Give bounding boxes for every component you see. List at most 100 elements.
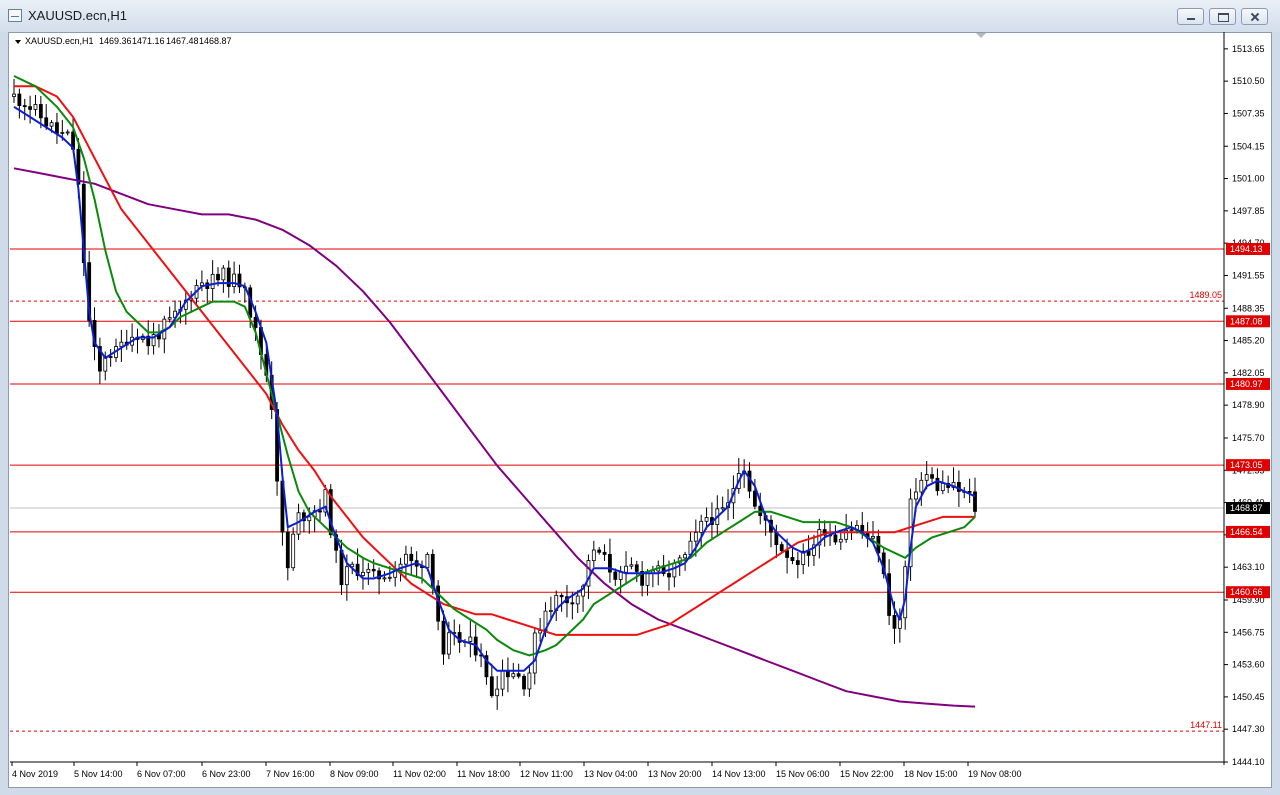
candle-body[interactable] xyxy=(548,610,553,612)
candle-body[interactable] xyxy=(425,553,430,568)
candle-body[interactable] xyxy=(752,490,757,507)
candle-body[interactable] xyxy=(38,104,43,119)
candle-body[interactable] xyxy=(516,673,521,677)
candle-body[interactable] xyxy=(65,131,70,134)
candle-body[interactable] xyxy=(500,670,505,690)
candle-body[interactable] xyxy=(940,482,945,492)
candle-body[interactable] xyxy=(795,560,800,565)
chart-menu-triangle-icon[interactable] xyxy=(15,40,21,44)
candle-body[interactable] xyxy=(833,534,838,543)
candle-body[interactable] xyxy=(49,122,54,127)
candle-body[interactable] xyxy=(216,273,220,281)
candle-body[interactable] xyxy=(699,520,704,533)
price-tick-label: 1456.75 xyxy=(1232,627,1265,637)
candle-body[interactable] xyxy=(221,267,226,281)
candle-body[interactable] xyxy=(618,571,623,580)
candle-body[interactable] xyxy=(489,676,494,697)
candle-body[interactable] xyxy=(892,615,897,629)
time-tick-label: 18 Nov 15:00 xyxy=(904,769,958,779)
time-tick-label: 7 Nov 16:00 xyxy=(266,769,315,779)
candle-body[interactable] xyxy=(591,549,596,561)
candle-body[interactable] xyxy=(871,536,875,539)
candle-body[interactable] xyxy=(291,533,296,569)
candle-body[interactable] xyxy=(12,93,16,97)
level-tag-label-1473.05: 1473.05 xyxy=(1230,460,1263,470)
candle-body[interactable] xyxy=(366,568,371,573)
time-tick-label: 11 Nov 18:00 xyxy=(457,769,510,779)
shift-marker-icon[interactable] xyxy=(976,33,986,38)
candle-body[interactable] xyxy=(613,571,618,580)
candle-body[interactable] xyxy=(629,564,634,567)
candle-body[interactable] xyxy=(597,549,602,553)
candle-body[interactable] xyxy=(382,577,387,580)
candle-body[interactable] xyxy=(624,565,628,573)
level-tag-label-1480.97: 1480.97 xyxy=(1230,379,1263,389)
candle-body[interactable] xyxy=(511,673,516,678)
candle-body[interactable] xyxy=(167,317,172,320)
candle-body[interactable] xyxy=(344,566,349,586)
candle-body[interactable] xyxy=(446,632,451,655)
candle-body[interactable] xyxy=(404,553,408,565)
candle-body[interactable] xyxy=(253,316,258,328)
candle-body[interactable] xyxy=(285,531,290,569)
candle-body[interactable] xyxy=(522,675,526,690)
candle-body[interactable] xyxy=(806,550,811,556)
candle-body[interactable] xyxy=(849,529,854,532)
candle-body[interactable] xyxy=(387,576,392,579)
candle-body[interactable] xyxy=(973,491,977,512)
price-tick-label: 1488.35 xyxy=(1232,303,1265,313)
candle-body[interactable] xyxy=(468,636,473,642)
candle-body[interactable] xyxy=(602,551,607,555)
level-tag-label-1466.54: 1466.54 xyxy=(1230,527,1263,537)
candle-body[interactable] xyxy=(914,491,918,500)
candle-body[interactable] xyxy=(704,517,709,522)
candle-body[interactable] xyxy=(339,549,344,586)
price-chart[interactable]: 1513.65 1510.50 1507.35 1504.15 1501.00 1497.… xyxy=(0,0,1280,795)
candle-body[interactable] xyxy=(785,550,789,558)
candle-body[interactable] xyxy=(361,571,365,576)
candle-body[interactable] xyxy=(693,531,698,542)
level-label-1447.11: 1447.11 xyxy=(1190,720,1222,730)
candle-body[interactable] xyxy=(44,117,49,127)
candle-body[interactable] xyxy=(645,572,650,586)
price-tick-label: 1507.35 xyxy=(1232,108,1265,118)
candle-body[interactable] xyxy=(22,105,27,108)
header-low: 1467.48 xyxy=(166,36,199,46)
ma-blue-line[interactable] xyxy=(13,105,976,672)
candle-body[interactable] xyxy=(720,507,725,510)
candle-body[interactable] xyxy=(683,554,687,559)
candle-body[interactable] xyxy=(55,122,59,134)
candle-body[interactable] xyxy=(779,544,784,552)
candle-body[interactable] xyxy=(634,564,639,572)
candle-body[interactable] xyxy=(371,568,376,572)
candle-body[interactable] xyxy=(924,474,929,481)
candle-body[interactable] xyxy=(559,594,564,598)
candle-body[interactable] xyxy=(232,273,237,287)
ma-red-line[interactable] xyxy=(14,85,975,636)
candle-body[interactable] xyxy=(33,104,38,110)
candle-body[interactable] xyxy=(667,573,671,578)
price-tick-label: 1497.85 xyxy=(1232,206,1265,216)
candle-body[interactable] xyxy=(17,93,22,106)
candle-body[interactable] xyxy=(672,562,677,578)
candle-body[interactable] xyxy=(527,672,532,690)
candle-body[interactable] xyxy=(60,132,65,134)
candle-body[interactable] xyxy=(108,356,113,358)
candle-body[interactable] xyxy=(318,510,322,513)
candle-body[interactable] xyxy=(575,595,580,605)
candle-body[interactable] xyxy=(210,273,215,290)
candle-body[interactable] xyxy=(495,688,500,697)
candle-body[interactable] xyxy=(919,479,924,493)
ma-green-line[interactable] xyxy=(13,75,976,657)
header-symbol: XAUUSD.ecn,H1 xyxy=(25,36,94,46)
time-tick-label: 4 Nov 2019 xyxy=(12,769,58,779)
candle-body[interactable] xyxy=(930,474,934,479)
candle-body[interactable] xyxy=(307,516,312,522)
candle-body[interactable] xyxy=(570,602,575,605)
price-tick-label: 1447.30 xyxy=(1232,724,1265,734)
candle-body[interactable] xyxy=(790,557,795,561)
candle-body[interactable] xyxy=(409,553,414,562)
candle-body[interactable] xyxy=(838,538,843,543)
candle-body[interactable] xyxy=(441,620,446,655)
candle-body[interactable] xyxy=(28,106,33,110)
